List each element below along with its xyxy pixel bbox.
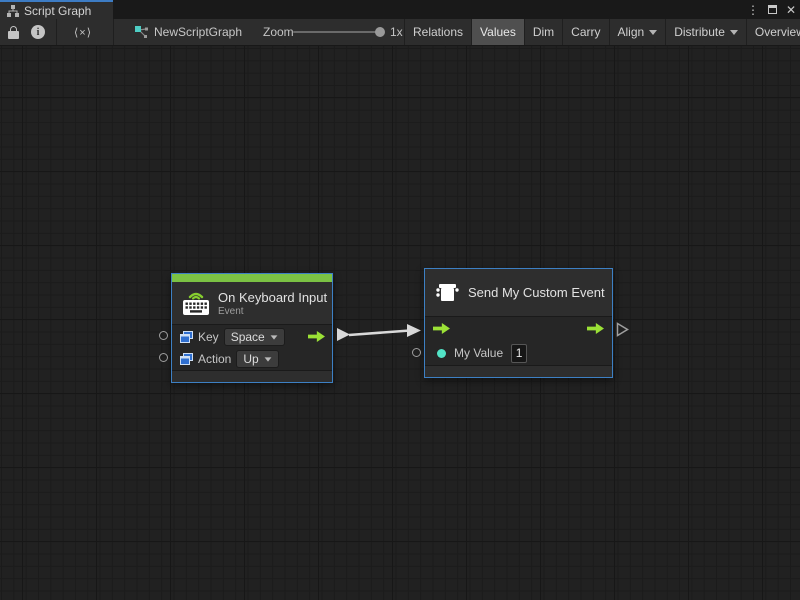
key-label: Key bbox=[198, 330, 219, 344]
preview-code-button[interactable]: ⟨×⟩ bbox=[74, 19, 92, 45]
graph-canvas[interactable]: On Keyboard Input Event Key Space bbox=[0, 46, 800, 600]
node-title: On Keyboard Input bbox=[218, 290, 327, 305]
zoom-value: 1x bbox=[390, 19, 403, 45]
node-footer bbox=[172, 370, 332, 382]
info-button[interactable]: i bbox=[31, 19, 45, 45]
my-value-port-circle[interactable] bbox=[412, 348, 421, 357]
tab-title: Script Graph bbox=[24, 4, 91, 18]
script-graph-asset-icon bbox=[135, 26, 148, 39]
overview-button[interactable]: Overview bbox=[746, 19, 800, 45]
dim-button[interactable]: Dim bbox=[524, 19, 562, 45]
action-input-row: Action Up bbox=[180, 349, 279, 369]
info-icon: i bbox=[31, 25, 45, 39]
code-brackets-icon: ⟨×⟩ bbox=[74, 26, 92, 39]
wire-source-arrow[interactable] bbox=[337, 328, 350, 341]
graph-toolbar: i ⟨×⟩ NewScriptGraph Zoom bbox=[0, 19, 800, 46]
my-value-row: My Value 1 bbox=[437, 341, 527, 365]
window-menu-icon[interactable]: ⋮ bbox=[747, 4, 759, 16]
key-input-row: Key Space bbox=[180, 327, 285, 347]
node-footer bbox=[425, 365, 612, 377]
key-dropdown[interactable]: Space bbox=[224, 328, 285, 346]
node-send-my-custom-event[interactable]: Send My Custom Event My Value 1 bbox=[424, 268, 613, 378]
trigger-row bbox=[425, 317, 612, 341]
event-color-strip bbox=[172, 274, 332, 282]
align-dropdown-button[interactable]: Align bbox=[609, 19, 666, 45]
script-graph-window: Script Graph ⋮ ✕ i ⟨×⟩ bbox=[0, 0, 800, 600]
caret-down-icon bbox=[649, 30, 657, 35]
values-button[interactable]: Values bbox=[471, 19, 524, 45]
my-value-input[interactable]: 1 bbox=[511, 344, 527, 363]
caret-down-icon bbox=[264, 357, 271, 361]
node-title: Send My Custom Event bbox=[468, 285, 605, 300]
custom-event-icon bbox=[435, 281, 460, 304]
graph-name-label: NewScriptGraph bbox=[154, 25, 242, 39]
caret-down-icon bbox=[270, 335, 277, 339]
my-value-label: My Value bbox=[454, 346, 503, 360]
action-label: Action bbox=[198, 352, 231, 366]
node-on-keyboard-input[interactable]: On Keyboard Input Event Key Space bbox=[171, 273, 333, 383]
maximize-icon[interactable] bbox=[768, 5, 777, 14]
relations-button[interactable]: Relations bbox=[404, 19, 471, 45]
zoom-label: Zoom bbox=[263, 19, 294, 45]
enum-field-icon bbox=[180, 331, 193, 343]
lock-button[interactable] bbox=[8, 19, 19, 45]
toolbar-buttons: Relations Values Dim Carry Align Distrib… bbox=[404, 19, 800, 45]
node-header[interactable]: Send My Custom Event bbox=[425, 269, 612, 316]
zoom-slider-track[interactable] bbox=[293, 31, 383, 33]
keyboard-input-icon bbox=[182, 290, 210, 316]
close-icon[interactable]: ✕ bbox=[786, 4, 796, 16]
trigger-output-port[interactable] bbox=[308, 330, 325, 343]
enum-field-icon bbox=[180, 353, 193, 365]
graph-hierarchy-icon bbox=[7, 5, 19, 17]
node-header[interactable]: On Keyboard Input Event bbox=[172, 282, 332, 324]
zoom-slider[interactable] bbox=[293, 19, 383, 45]
tab-bar: Script Graph ⋮ ✕ bbox=[0, 0, 800, 19]
trigger-input-port[interactable] bbox=[433, 322, 450, 335]
distribute-dropdown-button[interactable]: Distribute bbox=[665, 19, 746, 45]
lock-icon bbox=[8, 26, 19, 39]
key-port-circle[interactable] bbox=[159, 331, 168, 340]
tab-script-graph[interactable]: Script Graph bbox=[0, 0, 113, 19]
action-dropdown[interactable]: Up bbox=[236, 350, 278, 368]
carry-button[interactable]: Carry bbox=[562, 19, 608, 45]
zoom-slider-handle[interactable] bbox=[375, 27, 385, 37]
caret-down-icon bbox=[730, 30, 738, 35]
trigger-output-connector[interactable] bbox=[616, 322, 629, 337]
value-port-dot[interactable] bbox=[437, 349, 446, 358]
action-port-circle[interactable] bbox=[159, 353, 168, 362]
node-subtitle: Event bbox=[218, 306, 327, 317]
graph-reference[interactable]: NewScriptGraph bbox=[135, 19, 242, 45]
connection-wire bbox=[0, 46, 800, 600]
trigger-output-port[interactable] bbox=[587, 322, 604, 335]
